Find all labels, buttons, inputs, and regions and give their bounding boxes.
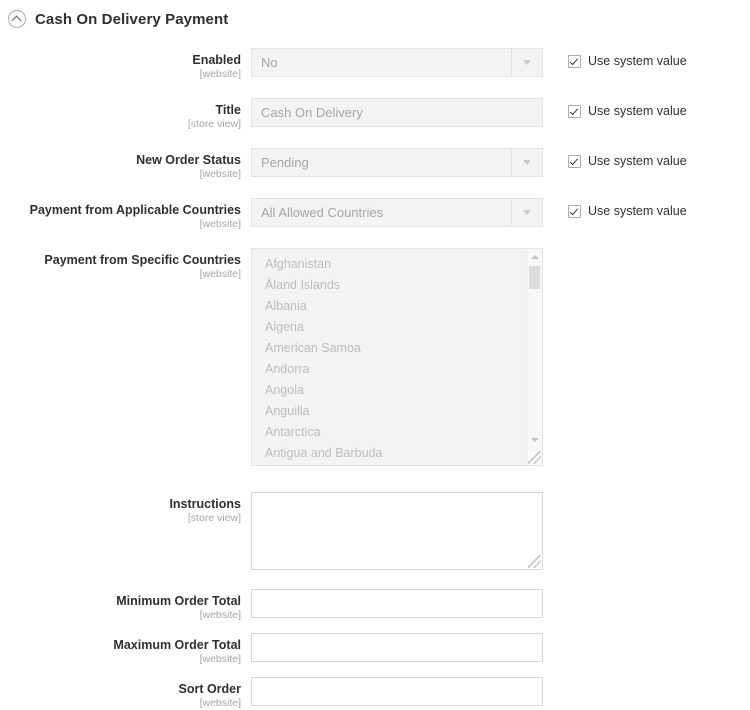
field-scope: [website]	[199, 268, 241, 280]
payment-config-form: Enabled [website] No Use system value Ti…	[0, 32, 750, 710]
use-system-value-label: Use system value	[588, 154, 687, 168]
field-label-group-minimum-order-total: Minimum Order Total [website]	[0, 589, 241, 622]
section-header[interactable]: Cash On Delivery Payment	[0, 0, 750, 32]
scrollbar-thumb[interactable]	[529, 266, 540, 289]
applicable-countries-select[interactable]: All Allowed Countries	[251, 198, 543, 227]
field-scope: [website]	[199, 168, 241, 180]
new-order-status-select-value: Pending	[261, 155, 309, 170]
country-option[interactable]: Angola	[252, 380, 525, 401]
use-system-value-label: Use system value	[588, 104, 687, 118]
field-label: Title	[215, 103, 241, 117]
scroll-down-arrow-icon[interactable]	[527, 433, 542, 447]
country-option[interactable]: Anguilla	[252, 401, 525, 422]
field-row-minimum-order-total: Minimum Order Total [website]	[0, 589, 750, 622]
field-control-title: Cash On Delivery	[251, 98, 543, 127]
multiselect-scrollbar[interactable]	[526, 249, 542, 465]
field-row-applicable-countries: Payment from Applicable Countries [websi…	[0, 198, 750, 231]
field-label: Sort Order	[178, 682, 241, 696]
field-control-maximum-order-total	[251, 633, 543, 662]
field-label-group-sort-order: Sort Order [website]	[0, 677, 241, 710]
field-label: Maximum Order Total	[113, 638, 241, 652]
country-option[interactable]: Algeria	[252, 317, 525, 338]
resize-handle-icon[interactable]	[528, 555, 541, 568]
field-label: Payment from Specific Countries	[44, 253, 241, 267]
title-input[interactable]: Cash On Delivery	[251, 98, 543, 127]
enabled-select[interactable]: No	[251, 48, 543, 77]
new-order-status-select[interactable]: Pending	[251, 148, 543, 177]
field-row-title: Title [store view] Cash On Delivery Use …	[0, 98, 750, 131]
country-option[interactable]: American Samoa	[252, 338, 525, 359]
field-row-instructions: Instructions [store view]	[0, 492, 750, 570]
field-scope: [store view]	[187, 118, 241, 130]
field-control-applicable-countries: All Allowed Countries	[251, 198, 543, 227]
field-label-group-instructions: Instructions [store view]	[0, 492, 241, 525]
field-control-enabled: No	[251, 48, 543, 77]
resize-handle-icon[interactable]	[528, 451, 541, 464]
applicable-countries-select-value: All Allowed Countries	[261, 205, 384, 220]
country-option[interactable]: Albania	[252, 296, 525, 317]
field-scope: [website]	[199, 697, 241, 709]
chevron-down-icon[interactable]	[511, 49, 542, 76]
field-scope: [website]	[199, 609, 241, 621]
use-system-value-label: Use system value	[588, 54, 687, 68]
checkbox-checked-icon[interactable]	[568, 154, 581, 168]
specific-countries-multiselect[interactable]: Afghanistan Åland Islands Albania Algeria Am…	[251, 248, 543, 466]
field-control-new-order-status: Pending	[251, 148, 543, 177]
title-input-value: Cash On Delivery	[261, 105, 363, 120]
field-control-instructions	[251, 492, 543, 570]
enabled-select-value: No	[261, 55, 278, 70]
field-row-specific-countries: Payment from Specific Countries [website…	[0, 248, 750, 466]
use-system-value-label: Use system value	[588, 204, 687, 218]
country-option[interactable]: Afghanistan	[252, 254, 525, 275]
minimum-order-total-input[interactable]	[251, 589, 543, 618]
sort-order-input[interactable]	[251, 677, 543, 706]
field-label-group-applicable-countries: Payment from Applicable Countries [websi…	[0, 198, 241, 231]
field-label-group-title: Title [store view]	[0, 98, 241, 131]
instructions-textarea[interactable]	[251, 492, 543, 570]
country-option[interactable]: Andorra	[252, 359, 525, 380]
chevron-up-circle-icon[interactable]	[8, 10, 26, 28]
checkbox-checked-icon[interactable]	[568, 204, 581, 218]
field-scope: [website]	[199, 653, 241, 665]
field-control-sort-order	[251, 677, 543, 706]
field-row-enabled: Enabled [website] No Use system value	[0, 48, 750, 81]
field-label: New Order Status	[136, 153, 241, 167]
country-option[interactable]: Antigua and Barbuda	[252, 443, 525, 464]
scroll-up-arrow-icon[interactable]	[527, 250, 542, 264]
field-label: Minimum Order Total	[116, 594, 241, 608]
field-label-group-maximum-order-total: Maximum Order Total [website]	[0, 633, 241, 666]
field-label-group-new-order-status: New Order Status [website]	[0, 148, 241, 181]
field-row-new-order-status: New Order Status [website] Pending Use s…	[0, 148, 750, 181]
chevron-down-icon[interactable]	[511, 149, 542, 176]
field-scope: [store view]	[187, 512, 241, 524]
country-option[interactable]: Antarctica	[252, 422, 525, 443]
field-label: Instructions	[169, 497, 241, 511]
field-control-specific-countries: Afghanistan Åland Islands Albania Algeria Am…	[251, 248, 543, 466]
country-option[interactable]: Åland Islands	[252, 275, 525, 296]
field-label: Payment from Applicable Countries	[29, 203, 241, 217]
use-system-value-title[interactable]: Use system value	[568, 98, 687, 118]
field-label-group-specific-countries: Payment from Specific Countries [website…	[0, 248, 241, 281]
field-control-minimum-order-total	[251, 589, 543, 618]
field-row-sort-order: Sort Order [website]	[0, 677, 750, 710]
field-scope: [website]	[199, 68, 241, 80]
chevron-down-icon[interactable]	[511, 199, 542, 226]
use-system-value-new-order-status[interactable]: Use system value	[568, 148, 687, 168]
field-row-maximum-order-total: Maximum Order Total [website]	[0, 633, 750, 666]
field-label-group-enabled: Enabled [website]	[0, 48, 241, 81]
field-scope: [website]	[199, 218, 241, 230]
checkbox-checked-icon[interactable]	[568, 54, 581, 68]
maximum-order-total-input[interactable]	[251, 633, 543, 662]
use-system-value-applicable-countries[interactable]: Use system value	[568, 198, 687, 218]
checkbox-checked-icon[interactable]	[568, 104, 581, 118]
use-system-value-enabled[interactable]: Use system value	[568, 48, 687, 68]
page-title: Cash On Delivery Payment	[35, 10, 229, 28]
field-label: Enabled	[192, 53, 241, 67]
country-option-list[interactable]: Afghanistan Åland Islands Albania Algeria Am…	[252, 254, 525, 465]
